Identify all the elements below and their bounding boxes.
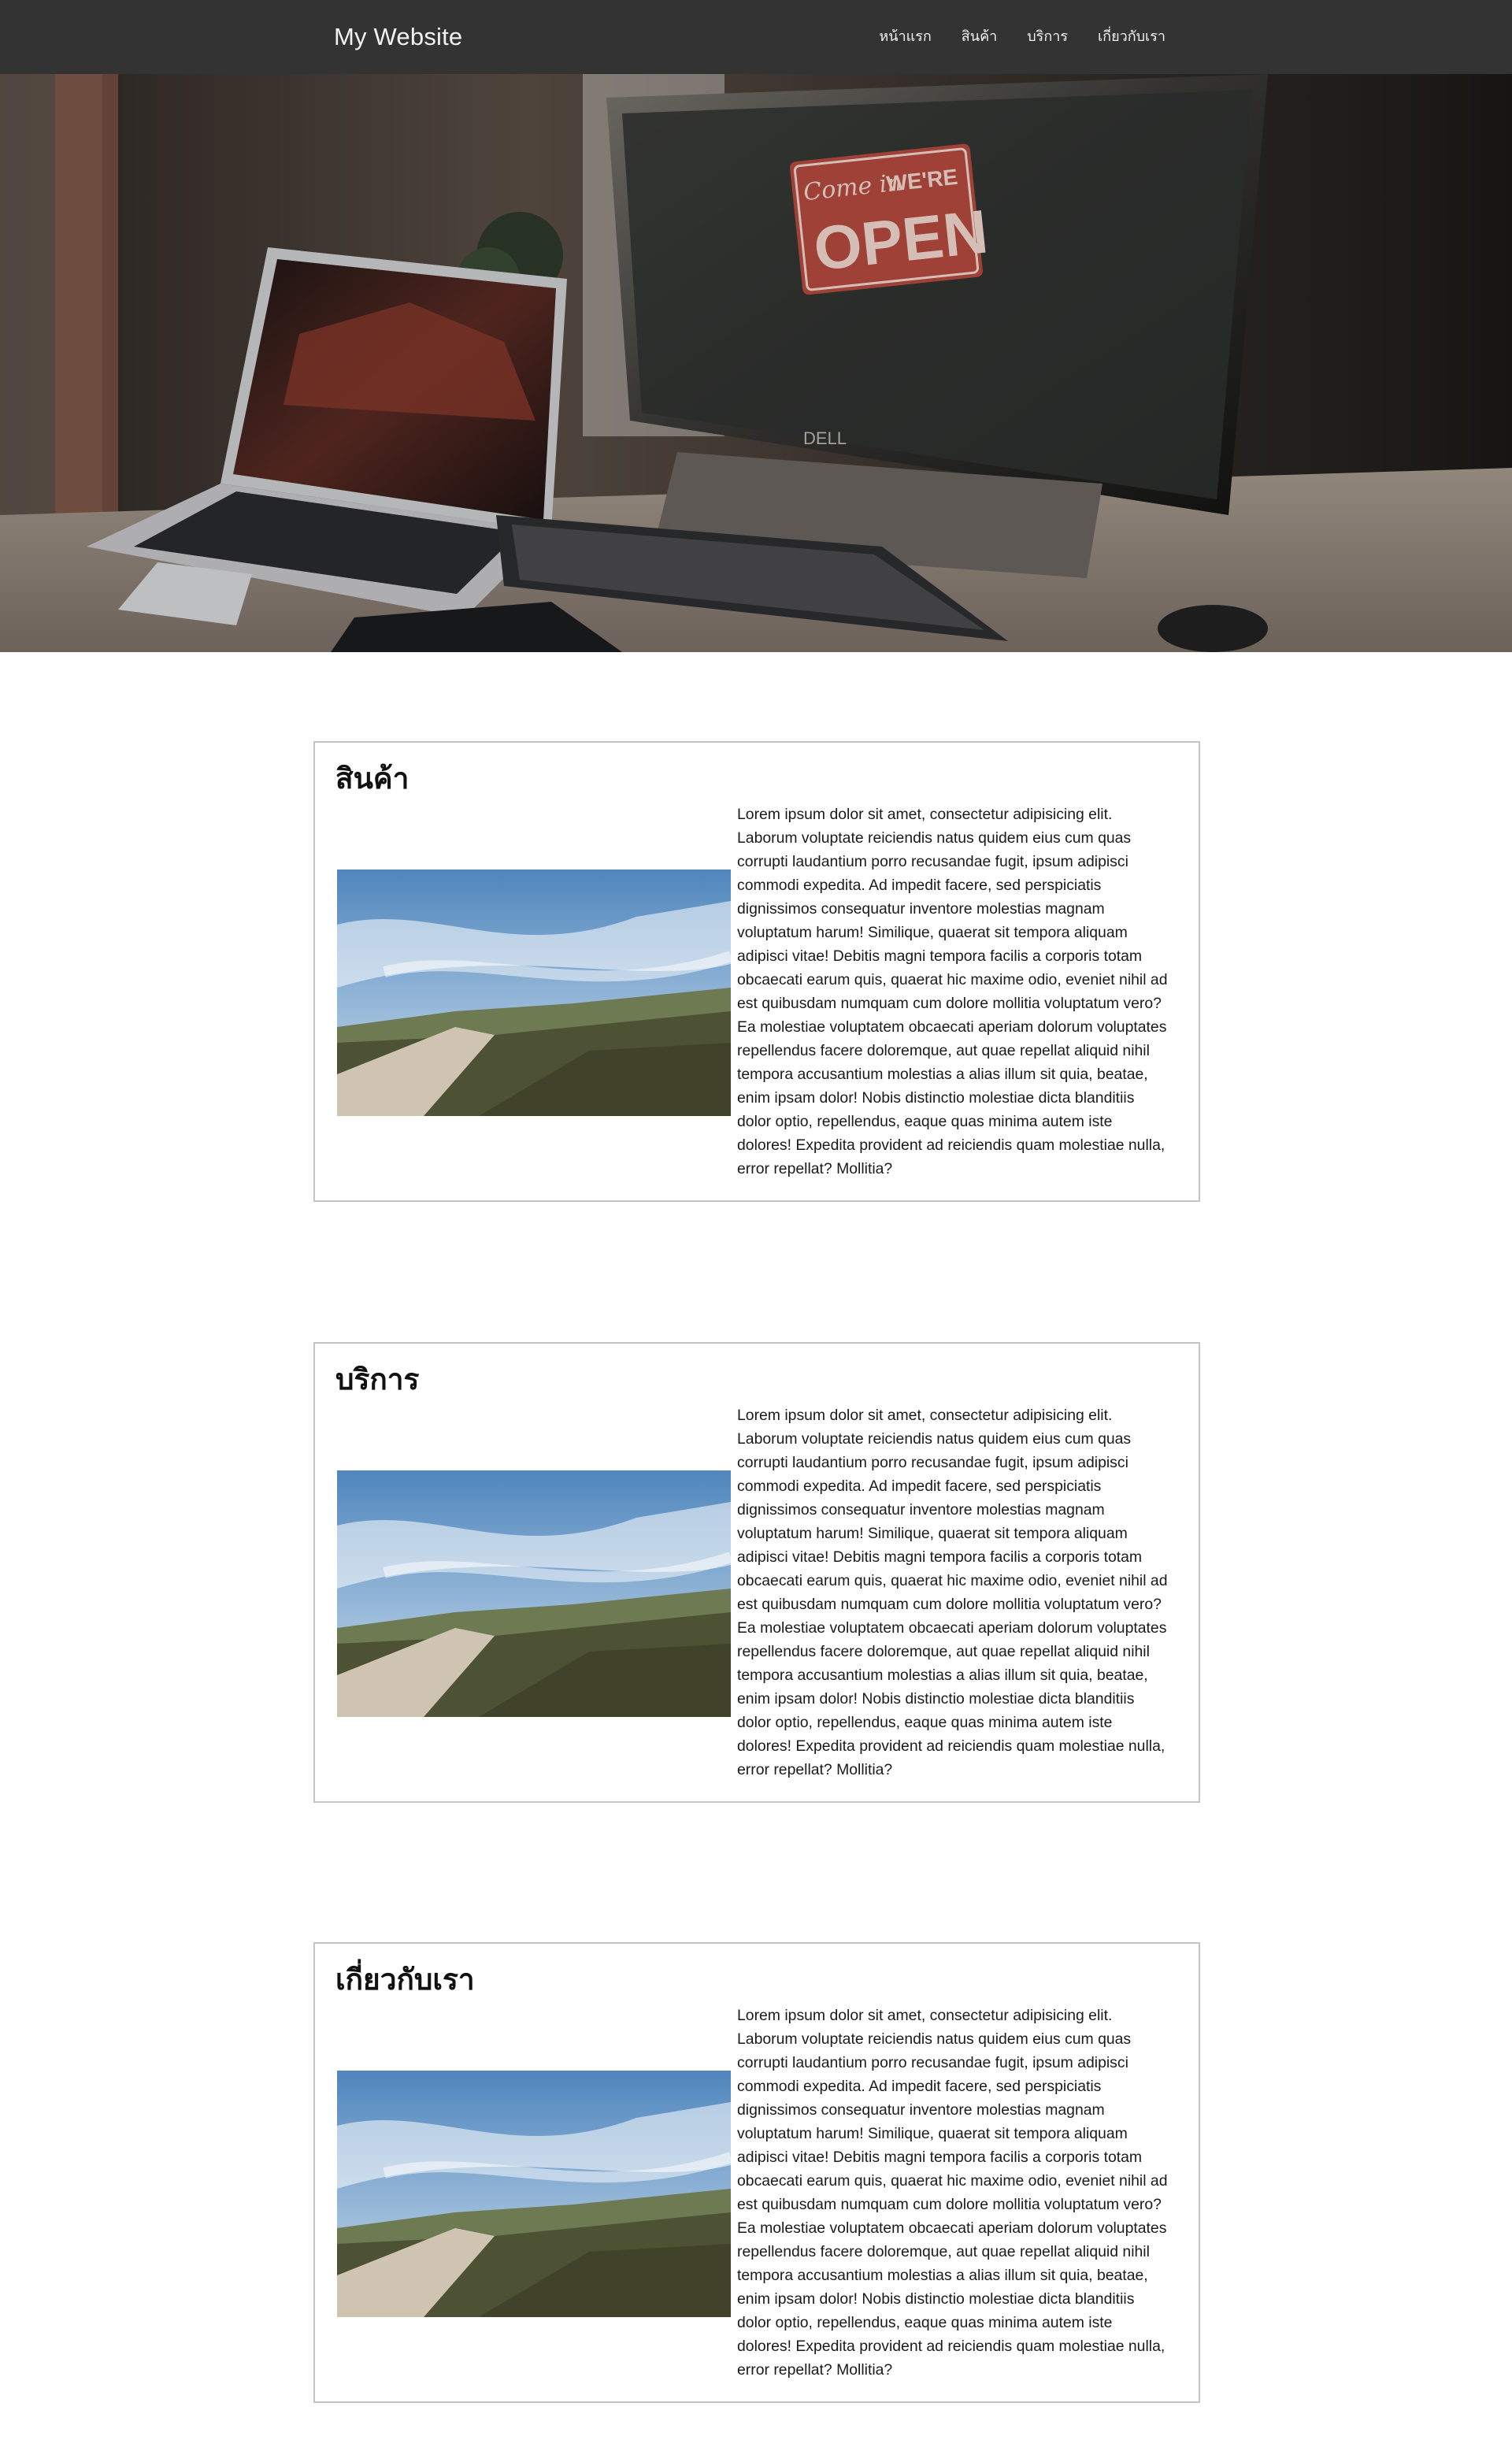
nav-menu: หน้าแรก สินค้า บริการ เกี่ยวกับเรา [879, 25, 1166, 49]
hero-banner: Come in WE'RE OPEN DELL [0, 74, 1512, 652]
section-about: เกี่ยวกับเรา Lorem ipsum dolor sit amet,… [313, 1942, 1200, 2403]
landscape-image [337, 1470, 731, 1717]
section-body: Lorem ipsum dolor sit amet, consectetur … [737, 806, 1168, 1177]
section-title: เกี่ยวกับเรา [335, 1963, 475, 1997]
nav-link-about[interactable]: เกี่ยวกับเรา [1098, 25, 1166, 49]
section-products: สินค้า Lorem ipsum dolor sit amet, conse… [313, 741, 1200, 1202]
site-brand[interactable]: My Website [334, 21, 462, 53]
nav-link-home[interactable]: หน้าแรก [879, 25, 931, 49]
nav-link-products[interactable]: สินค้า [962, 25, 997, 49]
navbar: My Website หน้าแรก สินค้า บริการ เกี่ยวก… [0, 0, 1512, 74]
hero-image: Come in WE'RE OPEN DELL [0, 74, 1512, 652]
section-body: Lorem ipsum dolor sit amet, consectetur … [737, 1407, 1168, 1778]
section-title: สินค้า [335, 762, 410, 795]
section-services: บริการ Lorem ipsum dolor sit amet, conse… [313, 1342, 1200, 1803]
nav-link-services[interactable]: บริการ [1027, 25, 1068, 49]
landscape-image [337, 870, 731, 1116]
section-body: Lorem ipsum dolor sit amet, consectetur … [737, 2007, 1168, 2379]
section-title: บริการ [335, 1363, 420, 1396]
landscape-image [337, 2071, 731, 2317]
